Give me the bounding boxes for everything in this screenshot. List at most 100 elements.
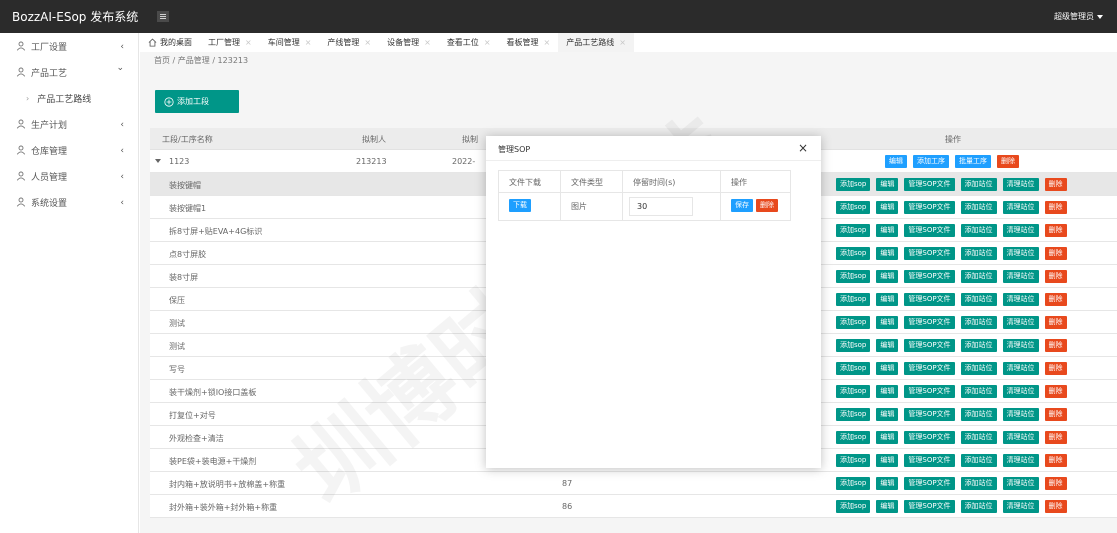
close-icon[interactable]: × xyxy=(798,141,808,155)
clear-station-button[interactable]: 清理站位 xyxy=(1002,224,1039,237)
clear-station-button[interactable]: 清理站位 xyxy=(1002,385,1039,398)
tab-workshop[interactable]: 车间管理 × xyxy=(260,33,320,52)
tab-desktop[interactable]: 我的桌面 xyxy=(140,33,200,52)
clear-station-button[interactable]: 清理站位 xyxy=(1002,454,1039,467)
manage-sop-files-button[interactable]: 管理SOP文件 xyxy=(904,247,955,260)
manage-sop-files-button[interactable]: 管理SOP文件 xyxy=(904,293,955,306)
clear-station-button[interactable]: 清理站位 xyxy=(1002,316,1039,329)
delete-button[interactable]: 删除 xyxy=(1044,224,1067,237)
manage-sop-files-button[interactable]: 管理SOP文件 xyxy=(904,316,955,329)
tab-line[interactable]: 产线管理 × xyxy=(319,33,379,52)
add-station-button[interactable]: 添加站位 xyxy=(960,477,997,490)
delete-button[interactable]: 删除 xyxy=(1044,477,1067,490)
edit-button[interactable]: 编辑 xyxy=(876,201,899,214)
manage-sop-files-button[interactable]: 管理SOP文件 xyxy=(904,385,955,398)
clear-station-button[interactable]: 清理站位 xyxy=(1002,408,1039,421)
clear-station-button[interactable]: 清理站位 xyxy=(1002,339,1039,352)
manage-sop-files-button[interactable]: 管理SOP文件 xyxy=(904,178,955,191)
add-sop-button[interactable]: 添加sop xyxy=(836,201,871,214)
clear-station-button[interactable]: 清理站位 xyxy=(1002,500,1039,513)
edit-button[interactable]: 编辑 xyxy=(876,431,899,444)
add-station-button[interactable]: 添加站位 xyxy=(960,201,997,214)
add-sop-button[interactable]: 添加sop xyxy=(836,385,871,398)
add-station-button[interactable]: 添加站位 xyxy=(960,316,997,329)
edit-button[interactable]: 编辑 xyxy=(876,339,899,352)
add-station-button[interactable]: 添加站位 xyxy=(960,270,997,283)
save-button[interactable]: 保存 xyxy=(731,199,753,212)
edit-stage-button[interactable]: 编辑 xyxy=(885,155,907,168)
delete-button[interactable]: 删除 xyxy=(1044,247,1067,260)
delete-button[interactable]: 删除 xyxy=(1044,408,1067,421)
manage-sop-files-button[interactable]: 管理SOP文件 xyxy=(904,477,955,490)
tab-process-route[interactable]: 产品工艺路线 × xyxy=(558,33,634,52)
table-row[interactable]: 封外箱+装外箱+封外箱+称重 86 添加sop 编辑 管理SOP文件 添加站位 清理站位 删除 xyxy=(150,495,1117,518)
edit-button[interactable]: 编辑 xyxy=(876,362,899,375)
add-sop-button[interactable]: 添加sop xyxy=(836,454,871,467)
clear-station-button[interactable]: 清理站位 xyxy=(1002,431,1039,444)
manage-sop-files-button[interactable]: 管理SOP文件 xyxy=(904,454,955,467)
batch-process-button[interactable]: 批量工序 xyxy=(955,155,991,168)
add-station-button[interactable]: 添加站位 xyxy=(960,385,997,398)
clear-station-button[interactable]: 清理站位 xyxy=(1002,362,1039,375)
tab-factory[interactable]: 工厂管理 × xyxy=(200,33,260,52)
download-button[interactable]: 下载 xyxy=(509,199,531,212)
manage-sop-files-button[interactable]: 管理SOP文件 xyxy=(904,224,955,237)
sidebar-item-factory-settings[interactable]: 工厂设置 ‹ xyxy=(0,33,138,59)
sidebar-subitem-process-route[interactable]: › 产品工艺路线 xyxy=(0,85,138,111)
manage-sop-files-button[interactable]: 管理SOP文件 xyxy=(904,500,955,513)
add-sop-button[interactable]: 添加sop xyxy=(836,224,871,237)
tab-board[interactable]: 看板管理 × xyxy=(499,33,559,52)
add-stage-button[interactable]: 添加工段 xyxy=(155,90,239,113)
clear-station-button[interactable]: 清理站位 xyxy=(1002,270,1039,283)
edit-button[interactable]: 编辑 xyxy=(876,270,899,283)
add-sop-button[interactable]: 添加sop xyxy=(836,270,871,283)
add-sop-button[interactable]: 添加sop xyxy=(836,431,871,444)
close-icon[interactable]: × xyxy=(484,38,491,47)
add-station-button[interactable]: 添加站位 xyxy=(960,339,997,352)
edit-button[interactable]: 编辑 xyxy=(876,408,899,421)
add-station-button[interactable]: 添加站位 xyxy=(960,178,997,191)
delete-button[interactable]: 删除 xyxy=(1044,385,1067,398)
tab-equipment[interactable]: 设备管理 × xyxy=(379,33,439,52)
clear-station-button[interactable]: 清理站位 xyxy=(1002,247,1039,260)
edit-button[interactable]: 编辑 xyxy=(876,178,899,191)
manage-sop-files-button[interactable]: 管理SOP文件 xyxy=(904,362,955,375)
add-sop-button[interactable]: 添加sop xyxy=(836,362,871,375)
add-station-button[interactable]: 添加站位 xyxy=(960,293,997,306)
delete-stage-button[interactable]: 删除 xyxy=(997,155,1019,168)
user-menu[interactable]: 超级管理员 xyxy=(1054,11,1103,22)
table-row[interactable]: 封内箱+放说明书+放棉盖+称重 87 添加sop 编辑 管理SOP文件 添加站位 清理站位删… xyxy=(150,472,1117,495)
delete-button[interactable]: 删除 xyxy=(1044,270,1067,283)
edit-button[interactable]: 编辑 xyxy=(876,293,899,306)
close-icon[interactable]: × xyxy=(619,38,626,47)
edit-button[interactable]: 编辑 xyxy=(876,477,899,490)
delete-button[interactable]: 删除 xyxy=(1044,201,1067,214)
add-sop-button[interactable]: 添加sop xyxy=(836,477,871,490)
edit-button[interactable]: 编辑 xyxy=(876,385,899,398)
edit-button[interactable]: 编辑 xyxy=(876,454,899,467)
add-sop-button[interactable]: 添加sop xyxy=(836,500,871,513)
duration-input[interactable]: 30 xyxy=(629,197,693,216)
sidebar-item-production-plan[interactable]: 生产计划 ‹ xyxy=(0,111,138,137)
add-station-button[interactable]: 添加站位 xyxy=(960,362,997,375)
add-station-button[interactable]: 添加站位 xyxy=(960,408,997,421)
add-station-button[interactable]: 添加站位 xyxy=(960,247,997,260)
delete-button[interactable]: 删除 xyxy=(1044,178,1067,191)
delete-button[interactable]: 删除 xyxy=(1044,431,1067,444)
manage-sop-files-button[interactable]: 管理SOP文件 xyxy=(904,431,955,444)
clear-station-button[interactable]: 清理站位 xyxy=(1002,178,1039,191)
add-sop-button[interactable]: 添加sop xyxy=(836,178,871,191)
delete-file-button[interactable]: 删除 xyxy=(756,199,778,212)
manage-sop-files-button[interactable]: 管理SOP文件 xyxy=(904,339,955,352)
manage-sop-files-button[interactable]: 管理SOP文件 xyxy=(904,408,955,421)
delete-button[interactable]: 删除 xyxy=(1044,454,1067,467)
add-station-button[interactable]: 添加站位 xyxy=(960,224,997,237)
tab-station[interactable]: 查看工位 × xyxy=(439,33,499,52)
close-icon[interactable]: × xyxy=(245,38,252,47)
add-sop-button[interactable]: 添加sop xyxy=(836,339,871,352)
add-sop-button[interactable]: 添加sop xyxy=(836,316,871,329)
add-station-button[interactable]: 添加站位 xyxy=(960,500,997,513)
close-icon[interactable]: × xyxy=(305,38,312,47)
manage-sop-files-button[interactable]: 管理SOP文件 xyxy=(904,270,955,283)
clear-station-button[interactable]: 清理站位 xyxy=(1002,477,1039,490)
